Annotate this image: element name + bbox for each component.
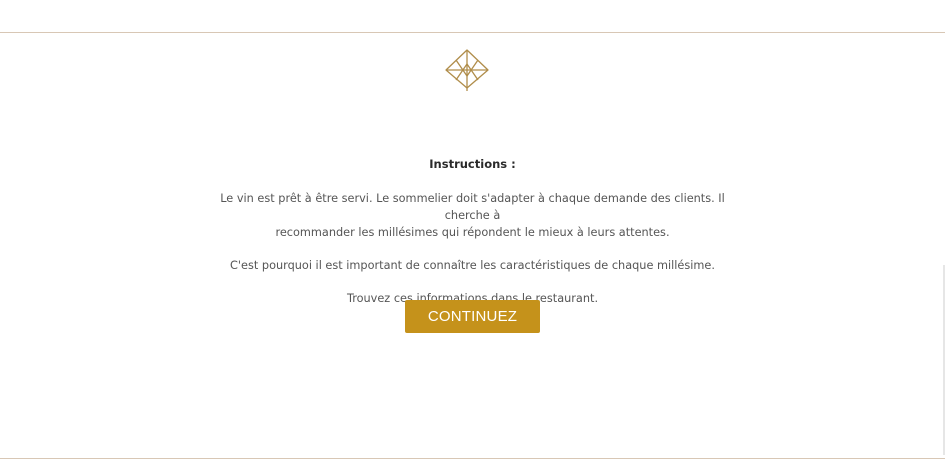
bottom-divider (0, 458, 945, 459)
instructions-screen: Instructions : Le vin est prêt à être se… (0, 0, 945, 467)
leaf-diamond-logo-icon (445, 49, 489, 91)
instructions-title: Instructions : (429, 157, 516, 171)
instructions-block: Instructions : Le vin est prêt à être se… (0, 155, 945, 323)
instructions-paragraph-1: Le vin est prêt à être servi. Le sommeli… (213, 190, 733, 241)
continue-button[interactable]: CONTINUEZ (405, 300, 540, 333)
top-divider (0, 32, 945, 33)
instructions-paragraph-1-line-1: Le vin est prêt à être servi. Le sommeli… (220, 192, 725, 222)
instructions-paragraph-1-line-2: recommander les millésimes qui répondent… (275, 226, 670, 239)
instructions-paragraph-2: C'est pourquoi il est important de conna… (230, 259, 715, 272)
